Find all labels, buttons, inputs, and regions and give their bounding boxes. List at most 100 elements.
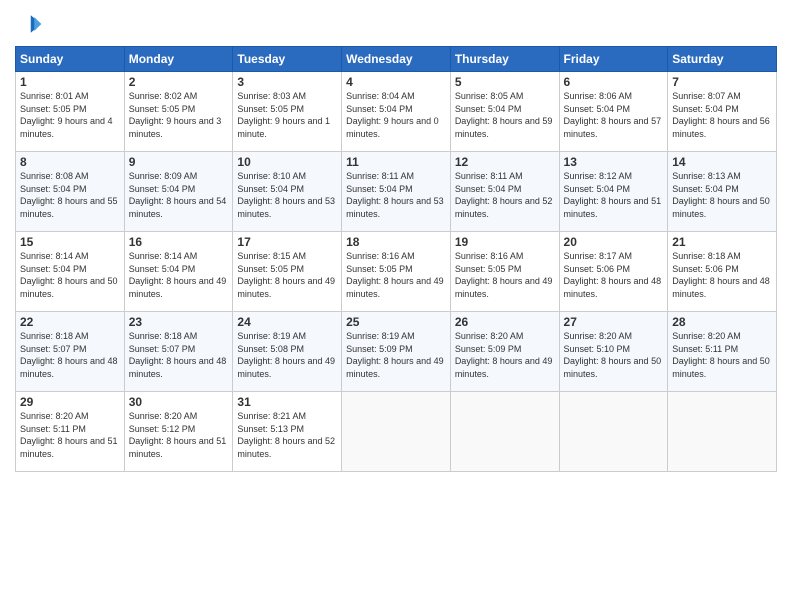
table-row: 4 Sunrise: 8:04 AMSunset: 5:04 PMDaylight… <box>342 72 451 152</box>
day-number: 27 <box>564 315 664 329</box>
day-info: Sunrise: 8:04 AMSunset: 5:04 PMDaylight:… <box>346 91 439 139</box>
day-number: 8 <box>20 155 120 169</box>
day-info: Sunrise: 8:19 AMSunset: 5:09 PMDaylight:… <box>346 331 444 379</box>
header-tuesday: Tuesday <box>233 47 342 72</box>
calendar-week-4: 29Sunrise: 8:20 AMSunset: 5:11 PMDayligh… <box>16 392 777 472</box>
day-number: 23 <box>129 315 229 329</box>
table-row: 27 Sunrise: 8:20 AMSunset: 5:10 PMDayligh… <box>559 312 668 392</box>
day-number: 9 <box>129 155 229 169</box>
day-number: 20 <box>564 235 664 249</box>
calendar-week-2: 15Sunrise: 8:14 AMSunset: 5:04 PMDayligh… <box>16 232 777 312</box>
day-info: Sunrise: 8:19 AMSunset: 5:08 PMDaylight:… <box>237 331 335 379</box>
day-number: 30 <box>129 395 229 409</box>
calendar-week-3: 22 Sunrise: 8:18 AMSunset: 5:07 PMDayligh… <box>16 312 777 392</box>
logo <box>15 10 47 38</box>
header-saturday: Saturday <box>668 47 777 72</box>
table-row: 2Sunrise: 8:02 AMSunset: 5:05 PMDaylight… <box>124 72 233 152</box>
day-number: 26 <box>455 315 555 329</box>
header-thursday: Thursday <box>450 47 559 72</box>
table-row <box>342 392 451 472</box>
day-number: 14 <box>672 155 772 169</box>
table-row: 1 Sunrise: 8:01 AMSunset: 5:05 PMDaylight… <box>16 72 125 152</box>
table-row: 16Sunrise: 8:14 AMSunset: 5:04 PMDayligh… <box>124 232 233 312</box>
day-number: 5 <box>455 75 555 89</box>
table-row: 21Sunrise: 8:18 AMSunset: 5:06 PMDayligh… <box>668 232 777 312</box>
day-info: Sunrise: 8:03 AMSunset: 5:05 PMDaylight:… <box>237 91 330 139</box>
day-info: Sunrise: 8:01 AMSunset: 5:05 PMDaylight:… <box>20 91 113 139</box>
day-info: Sunrise: 8:02 AMSunset: 5:05 PMDaylight:… <box>129 91 222 139</box>
table-row: 3 Sunrise: 8:03 AMSunset: 5:05 PMDaylight… <box>233 72 342 152</box>
calendar-table: Sunday Monday Tuesday Wednesday Thursday… <box>15 46 777 472</box>
table-row: 22 Sunrise: 8:18 AMSunset: 5:07 PMDayligh… <box>16 312 125 392</box>
table-row: 12 Sunrise: 8:11 AMSunset: 5:04 PMDayligh… <box>450 152 559 232</box>
day-number: 13 <box>564 155 664 169</box>
day-info: Sunrise: 8:20 AMSunset: 5:10 PMDaylight:… <box>564 331 662 379</box>
table-row: 20 Sunrise: 8:17 AMSunset: 5:06 PMDayligh… <box>559 232 668 312</box>
table-row <box>450 392 559 472</box>
day-info: Sunrise: 8:07 AMSunset: 5:04 PMDaylight:… <box>672 91 770 139</box>
day-number: 31 <box>237 395 337 409</box>
day-info: Sunrise: 8:14 AMSunset: 5:04 PMDaylight:… <box>20 251 118 299</box>
table-row: 29Sunrise: 8:20 AMSunset: 5:11 PMDayligh… <box>16 392 125 472</box>
table-row: 10 Sunrise: 8:10 AMSunset: 5:04 PMDayligh… <box>233 152 342 232</box>
table-row: 7 Sunrise: 8:07 AMSunset: 5:04 PMDaylight… <box>668 72 777 152</box>
day-info: Sunrise: 8:21 AMSunset: 5:13 PMDaylight:… <box>237 411 335 459</box>
header <box>15 10 777 38</box>
day-number: 6 <box>564 75 664 89</box>
day-number: 10 <box>237 155 337 169</box>
table-row: 13Sunrise: 8:12 AMSunset: 5:04 PMDayligh… <box>559 152 668 232</box>
table-row: 23 Sunrise: 8:18 AMSunset: 5:07 PMDayligh… <box>124 312 233 392</box>
day-number: 16 <box>129 235 229 249</box>
header-wednesday: Wednesday <box>342 47 451 72</box>
day-number: 3 <box>237 75 337 89</box>
header-friday: Friday <box>559 47 668 72</box>
day-info: Sunrise: 8:18 AMSunset: 5:07 PMDaylight:… <box>20 331 118 379</box>
table-row <box>559 392 668 472</box>
calendar-page: Sunday Monday Tuesday Wednesday Thursday… <box>0 0 792 612</box>
table-row: 31 Sunrise: 8:21 AMSunset: 5:13 PMDayligh… <box>233 392 342 472</box>
logo-icon <box>15 10 43 38</box>
day-number: 11 <box>346 155 446 169</box>
day-info: Sunrise: 8:11 AMSunset: 5:04 PMDaylight:… <box>346 171 444 219</box>
day-number: 22 <box>20 315 120 329</box>
calendar-week-1: 8 Sunrise: 8:08 AMSunset: 5:04 PMDaylight… <box>16 152 777 232</box>
table-row: 24 Sunrise: 8:19 AMSunset: 5:08 PMDayligh… <box>233 312 342 392</box>
day-number: 21 <box>672 235 772 249</box>
day-number: 4 <box>346 75 446 89</box>
day-number: 12 <box>455 155 555 169</box>
day-info: Sunrise: 8:17 AMSunset: 5:06 PMDaylight:… <box>564 251 662 299</box>
day-number: 17 <box>237 235 337 249</box>
day-number: 18 <box>346 235 446 249</box>
day-info: Sunrise: 8:18 AMSunset: 5:07 PMDaylight:… <box>129 331 227 379</box>
table-row: 8 Sunrise: 8:08 AMSunset: 5:04 PMDaylight… <box>16 152 125 232</box>
table-row: 17 Sunrise: 8:15 AMSunset: 5:05 PMDayligh… <box>233 232 342 312</box>
day-info: Sunrise: 8:09 AMSunset: 5:04 PMDaylight:… <box>129 171 227 219</box>
header-monday: Monday <box>124 47 233 72</box>
day-info: Sunrise: 8:15 AMSunset: 5:05 PMDaylight:… <box>237 251 335 299</box>
header-sunday: Sunday <box>16 47 125 72</box>
day-number: 1 <box>20 75 120 89</box>
day-info: Sunrise: 8:11 AMSunset: 5:04 PMDaylight:… <box>455 171 553 219</box>
table-row: 5Sunrise: 8:05 AMSunset: 5:04 PMDaylight… <box>450 72 559 152</box>
table-row: 26 Sunrise: 8:20 AMSunset: 5:09 PMDayligh… <box>450 312 559 392</box>
day-info: Sunrise: 8:20 AMSunset: 5:12 PMDaylight:… <box>129 411 227 459</box>
day-info: Sunrise: 8:16 AMSunset: 5:05 PMDaylight:… <box>455 251 553 299</box>
table-row: 18Sunrise: 8:16 AMSunset: 5:05 PMDayligh… <box>342 232 451 312</box>
table-row: 28 Sunrise: 8:20 AMSunset: 5:11 PMDayligh… <box>668 312 777 392</box>
day-info: Sunrise: 8:13 AMSunset: 5:04 PMDaylight:… <box>672 171 770 219</box>
table-row: 30 Sunrise: 8:20 AMSunset: 5:12 PMDayligh… <box>124 392 233 472</box>
table-row: 6Sunrise: 8:06 AMSunset: 5:04 PMDaylight… <box>559 72 668 152</box>
table-row <box>668 392 777 472</box>
day-number: 28 <box>672 315 772 329</box>
day-info: Sunrise: 8:20 AMSunset: 5:11 PMDaylight:… <box>672 331 770 379</box>
day-number: 25 <box>346 315 446 329</box>
day-number: 7 <box>672 75 772 89</box>
table-row: 15Sunrise: 8:14 AMSunset: 5:04 PMDayligh… <box>16 232 125 312</box>
day-info: Sunrise: 8:08 AMSunset: 5:04 PMDaylight:… <box>20 171 118 219</box>
day-number: 24 <box>237 315 337 329</box>
table-row: 25 Sunrise: 8:19 AMSunset: 5:09 PMDayligh… <box>342 312 451 392</box>
day-number: 19 <box>455 235 555 249</box>
day-info: Sunrise: 8:20 AMSunset: 5:09 PMDaylight:… <box>455 331 553 379</box>
table-row: 11 Sunrise: 8:11 AMSunset: 5:04 PMDayligh… <box>342 152 451 232</box>
day-info: Sunrise: 8:10 AMSunset: 5:04 PMDaylight:… <box>237 171 335 219</box>
